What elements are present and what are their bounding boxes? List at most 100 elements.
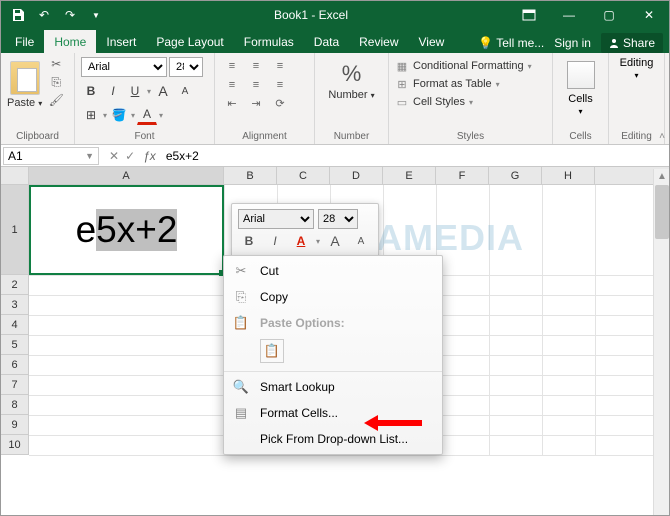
format-as-table-button[interactable]: ⊞Format as Table ▾ xyxy=(395,75,546,93)
undo-icon[interactable]: ↶ xyxy=(35,6,53,24)
row-header-7[interactable]: 7 xyxy=(1,375,29,395)
qat-customize-icon[interactable]: ▼ xyxy=(87,6,105,24)
col-header-D[interactable]: D xyxy=(330,167,383,184)
row-header-9[interactable]: 9 xyxy=(1,415,29,435)
orientation-icon[interactable]: ⟳ xyxy=(269,95,291,112)
underline-button[interactable]: U xyxy=(125,81,145,101)
number-format-button[interactable]: Number ▾ xyxy=(321,89,382,101)
styles-group: ▦Conditional Formatting ▾ ⊞Format as Tab… xyxy=(389,53,553,144)
align-middle-icon[interactable]: ≡ xyxy=(245,57,267,74)
fill-color-button[interactable]: 🪣 xyxy=(109,105,129,125)
align-right-icon[interactable]: ≡ xyxy=(269,76,291,93)
styles-label: Styles xyxy=(395,131,546,142)
font-color-button[interactable]: A xyxy=(137,105,157,125)
save-icon[interactable] xyxy=(9,6,27,24)
minimize-icon[interactable]: — xyxy=(549,1,589,29)
share-button[interactable]: Share xyxy=(601,33,663,53)
mini-font-select[interactable]: Arial xyxy=(238,209,314,229)
tab-home[interactable]: Home xyxy=(44,30,96,53)
decrease-font-icon[interactable]: A xyxy=(175,81,195,101)
percent-icon[interactable]: % xyxy=(321,61,382,87)
mini-shrink-font-icon[interactable]: A xyxy=(350,231,372,251)
cell-A1[interactable]: e5x+2 xyxy=(29,185,224,275)
collapse-ribbon-icon[interactable]: ˄ xyxy=(659,131,665,142)
close-icon[interactable]: ✕ xyxy=(629,1,669,29)
font-name-select[interactable]: Arial xyxy=(81,57,167,77)
increase-indent-icon[interactable]: ⇥ xyxy=(245,95,267,112)
italic-button[interactable]: I xyxy=(103,81,123,101)
tab-page-layout[interactable]: Page Layout xyxy=(146,30,233,53)
maximize-icon[interactable]: ▢ xyxy=(589,1,629,29)
menu-copy[interactable]: ⎘ Copy xyxy=(224,284,442,310)
col-header-A[interactable]: A xyxy=(29,167,224,184)
col-header-G[interactable]: G xyxy=(489,167,542,184)
redo-icon[interactable]: ↷ xyxy=(61,6,79,24)
font-size-select[interactable]: 28 xyxy=(169,57,203,77)
font-label: Font xyxy=(81,131,208,142)
select-all-corner[interactable] xyxy=(1,167,29,184)
cells-group: Cells▾ Cells xyxy=(553,53,609,144)
scroll-up-icon[interactable]: ▲ xyxy=(657,171,667,182)
mini-grow-font-icon[interactable]: A xyxy=(324,231,346,251)
alignment-label: Alignment xyxy=(221,131,308,142)
tab-formulas[interactable]: Formulas xyxy=(234,30,304,53)
align-bottom-icon[interactable]: ≡ xyxy=(269,57,291,74)
tell-me[interactable]: 💡 Tell me... xyxy=(478,36,544,50)
window-title: Book1 - Excel xyxy=(113,8,509,22)
format-painter-icon[interactable]: 🖌 xyxy=(48,93,64,107)
decrease-indent-icon[interactable]: ⇤ xyxy=(221,95,243,112)
align-top-icon[interactable]: ≡ xyxy=(221,57,243,74)
col-header-F[interactable]: F xyxy=(436,167,489,184)
alignment-group: ≡ ≡ ≡ ≡ ≡ ≡ ⇤ ⇥ ⟳ Alignment xyxy=(215,53,315,144)
name-box[interactable]: A1▼ xyxy=(3,147,99,165)
enter-icon[interactable]: ✓ xyxy=(125,149,135,163)
col-header-H[interactable]: H xyxy=(542,167,595,184)
row-header-1[interactable]: 1 xyxy=(1,185,29,275)
cut-icon[interactable]: ✂ xyxy=(48,57,64,71)
tab-insert[interactable]: Insert xyxy=(96,30,146,53)
menu-paste-options-header: 📋 Paste Options: xyxy=(224,310,442,336)
row-header-6[interactable]: 6 xyxy=(1,355,29,375)
row-header-2[interactable]: 2 xyxy=(1,275,29,295)
row-header-10[interactable]: 10 xyxy=(1,435,29,455)
mini-font-color-button[interactable]: A xyxy=(290,231,312,251)
row-header-8[interactable]: 8 xyxy=(1,395,29,415)
paste-option-icon[interactable]: 📋 xyxy=(260,339,284,363)
align-left-icon[interactable]: ≡ xyxy=(221,76,243,93)
scroll-thumb[interactable] xyxy=(655,185,669,239)
fx-icon[interactable]: ƒx xyxy=(143,149,156,163)
mini-size-select[interactable]: 28 xyxy=(318,209,358,229)
conditional-formatting-button[interactable]: ▦Conditional Formatting ▾ xyxy=(395,57,546,75)
cell-styles-button[interactable]: ▭Cell Styles ▾ xyxy=(395,93,546,111)
row-header-4[interactable]: 4 xyxy=(1,315,29,335)
align-center-icon[interactable]: ≡ xyxy=(245,76,267,93)
mini-italic-button[interactable]: I xyxy=(264,231,286,251)
clipboard-icon: 📋 xyxy=(232,315,250,331)
sign-in[interactable]: Sign in xyxy=(554,36,591,50)
col-header-E[interactable]: E xyxy=(383,167,436,184)
tab-data[interactable]: Data xyxy=(304,30,349,53)
editing-button[interactable]: Editing▾ xyxy=(615,57,658,81)
col-header-C[interactable]: C xyxy=(277,167,330,184)
tab-review[interactable]: Review xyxy=(349,30,408,53)
row-header-5[interactable]: 5 xyxy=(1,335,29,355)
bold-button[interactable]: B xyxy=(81,81,101,101)
ribbon-display-icon[interactable] xyxy=(509,1,549,29)
paste-button[interactable]: Paste ▾ xyxy=(7,57,42,131)
tab-file[interactable]: File xyxy=(5,30,44,53)
smart-lookup-icon: 🔍 xyxy=(232,379,250,395)
menu-cut[interactable]: ✂ Cut xyxy=(224,258,442,284)
copy-icon[interactable]: ⎘ xyxy=(48,75,64,89)
menu-smart-lookup[interactable]: 🔍 Smart Lookup xyxy=(224,374,442,400)
cancel-icon[interactable]: ✕ xyxy=(109,149,119,163)
row-header-3[interactable]: 3 xyxy=(1,295,29,315)
formula-input[interactable]: e5x+2 xyxy=(162,148,669,164)
mini-bold-button[interactable]: B xyxy=(238,231,260,251)
cells-button[interactable]: Cells▾ xyxy=(559,93,602,117)
col-header-B[interactable]: B xyxy=(224,167,277,184)
borders-button[interactable]: ⊞ xyxy=(81,105,101,125)
increase-font-icon[interactable]: A xyxy=(153,81,173,101)
tab-view[interactable]: View xyxy=(409,30,455,53)
cells-icon[interactable] xyxy=(567,61,595,89)
vertical-scrollbar[interactable]: ▲ xyxy=(653,169,669,515)
